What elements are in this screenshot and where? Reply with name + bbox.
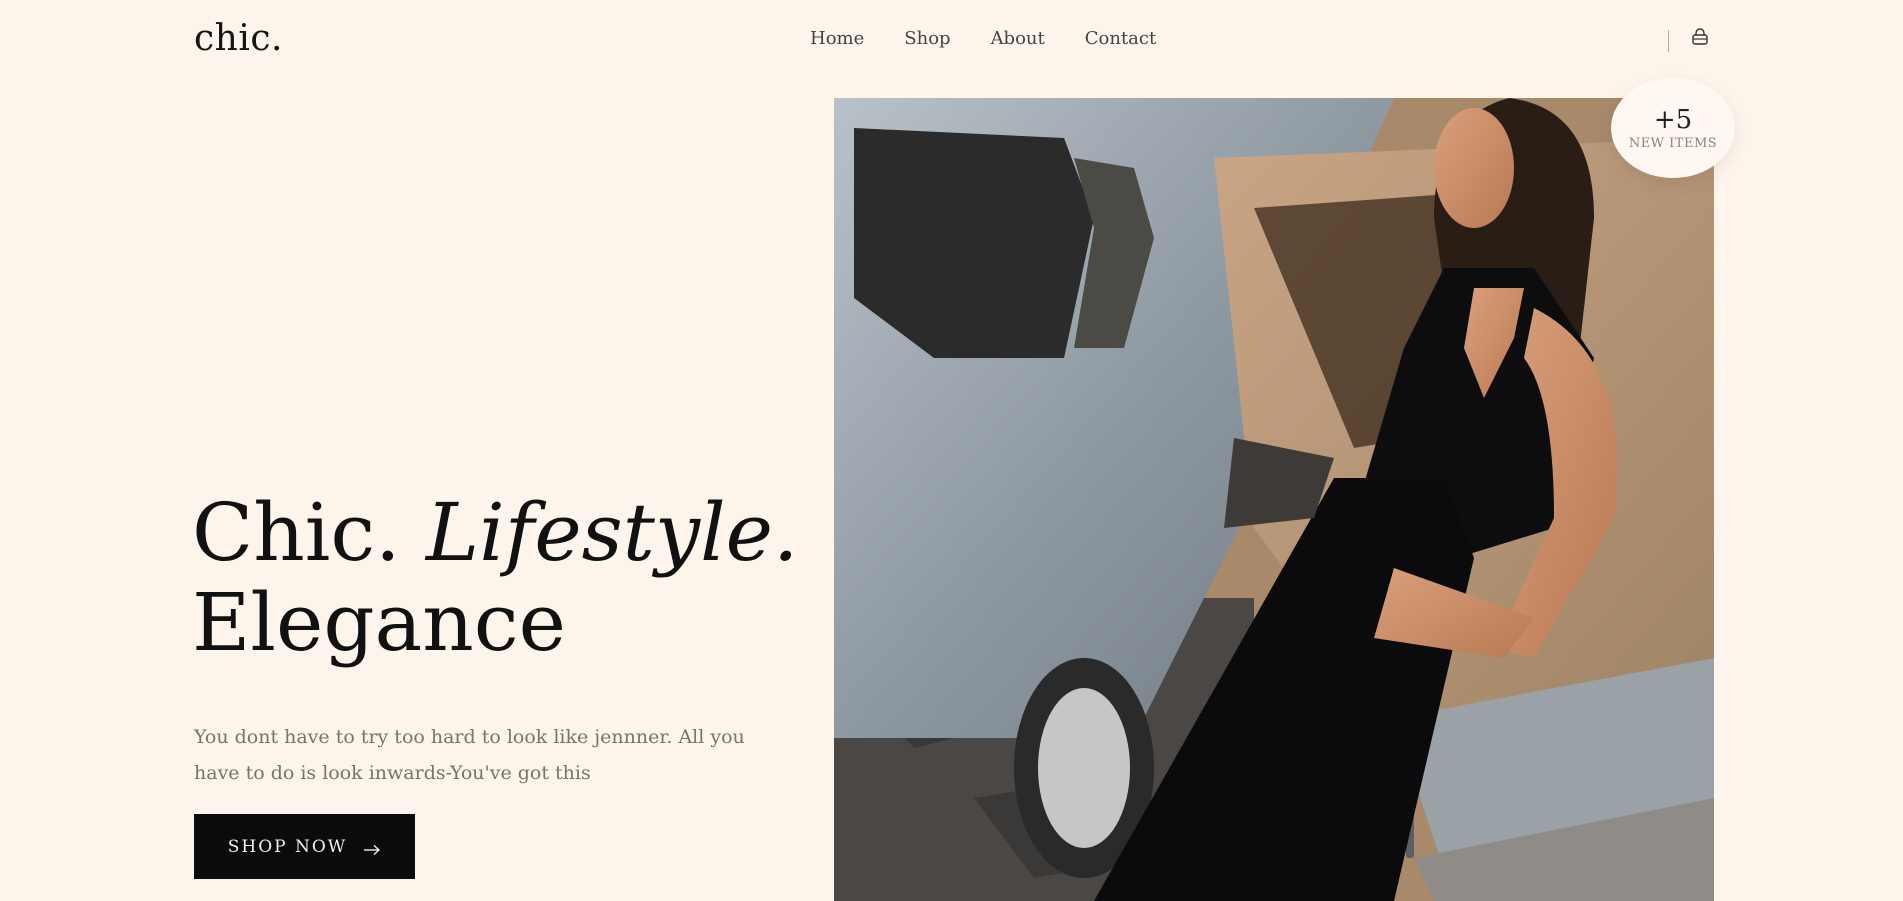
new-items-badge[interactable]: +5 NEW ITEMS: [1611, 78, 1735, 178]
hero-image: [834, 98, 1714, 901]
new-items-count: +5: [1653, 104, 1693, 135]
shop-now-button[interactable]: SHOP NOW: [194, 814, 415, 879]
nav-home[interactable]: Home: [810, 28, 864, 49]
shopping-bag-icon[interactable]: [1691, 28, 1709, 46]
hero-title-line2: Elegance: [192, 576, 566, 669]
nav-shop[interactable]: Shop: [904, 28, 950, 49]
brand-logo[interactable]: chic.: [194, 18, 283, 59]
new-items-label: NEW ITEMS: [1628, 135, 1718, 151]
nav-about[interactable]: About: [991, 28, 1045, 49]
hero-title: Chic. Lifestyle. Elegance: [192, 488, 798, 668]
hero-title-italic: Lifestyle.: [426, 486, 799, 579]
hero-title-plain: Chic.: [192, 486, 401, 579]
nav-contact[interactable]: Contact: [1085, 28, 1156, 49]
header-divider: [1668, 30, 1669, 52]
shop-now-label: SHOP NOW: [227, 836, 348, 857]
arrow-right-icon: [363, 841, 381, 855]
main-nav: Home Shop About Contact: [810, 28, 1156, 49]
hero-description: You dont have to try too hard to look li…: [194, 726, 745, 784]
